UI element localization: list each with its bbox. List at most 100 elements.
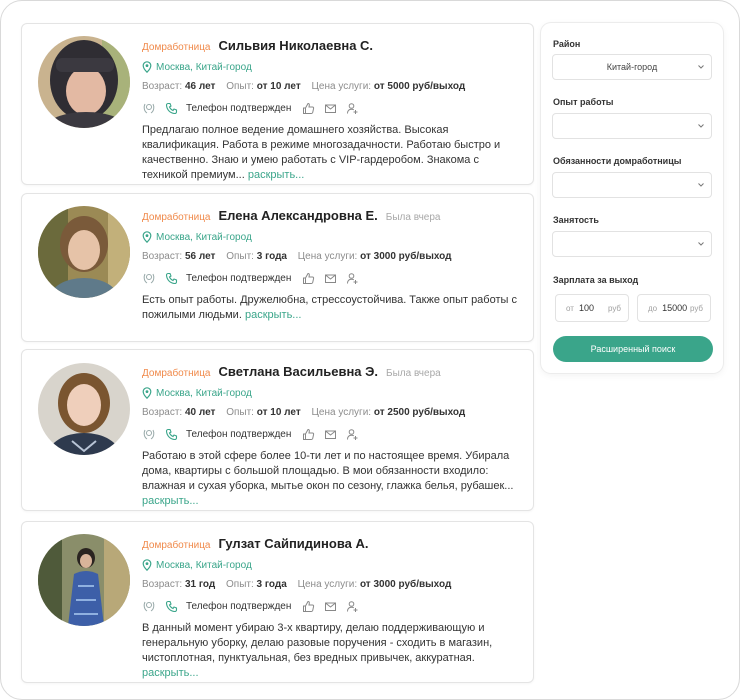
action-row: Телефон подтвержден xyxy=(142,101,523,115)
duties-select[interactable] xyxy=(552,172,712,198)
envelope-icon[interactable] xyxy=(323,599,337,613)
age-label: Возраст: xyxy=(142,81,183,92)
district-label: Район xyxy=(553,39,581,49)
age-value: 46 лет xyxy=(184,81,216,92)
profile-card[interactable]: Домработница Светлана Васильевна Э. Была… xyxy=(21,349,534,511)
envelope-icon[interactable] xyxy=(323,427,337,441)
description: Предлагаю полное ведение домашнего хозяй… xyxy=(142,123,523,183)
location-text: Москва, Китай-город xyxy=(156,559,252,571)
age-label: Возраст: xyxy=(142,251,183,262)
phone-verified: Телефон подтвержден xyxy=(186,600,292,612)
experience-label: Опыт: xyxy=(226,407,254,418)
thumbs-up-icon[interactable] xyxy=(301,599,315,613)
phone-icon xyxy=(164,101,178,115)
candidate-name[interactable]: Светлана Васильевна Э. xyxy=(219,364,379,379)
avatar[interactable] xyxy=(38,206,130,298)
experience-select[interactable] xyxy=(552,113,712,139)
experience-label: Опыт: xyxy=(226,251,254,262)
map-pin-icon xyxy=(142,387,152,399)
chevron-down-icon xyxy=(698,183,704,187)
experience-value: от 10 лет xyxy=(256,81,301,92)
experience-filter-label: Опыт работы xyxy=(553,97,614,107)
location-text: Москва, Китай-город xyxy=(156,231,252,243)
expand-link[interactable]: раскрыть... xyxy=(142,667,199,679)
stats: Возраст: 31 год Опыт: 3 года Цена услуги… xyxy=(142,579,523,590)
map-pin-icon xyxy=(142,61,152,73)
duties-label: Обязанности домработницы xyxy=(553,156,682,166)
price-label: Цена услуги: xyxy=(297,579,358,590)
description: В данный момент убираю 3-х квартиру, дел… xyxy=(142,621,523,681)
candidate-name[interactable]: Гулзат Сайпидинова А. xyxy=(219,536,369,551)
last-seen: Была вчера xyxy=(385,212,441,223)
price-value: от 2500 руб/выход xyxy=(373,407,466,418)
experience-label: Опыт: xyxy=(226,579,254,590)
salary-from-prefix: от xyxy=(566,303,574,313)
candidate-name[interactable]: Сильвия Николаевна С. xyxy=(219,38,374,53)
thumbs-up-icon[interactable] xyxy=(301,427,315,441)
avatar[interactable] xyxy=(38,36,130,128)
description-text: Есть опыт работы. Дружелюбна, стрессоуст… xyxy=(142,294,517,321)
experience-value: 3 года xyxy=(256,251,287,262)
profile-card[interactable]: Домработница Сильвия Николаевна С. Москв… xyxy=(21,23,534,185)
role-label: Домработница xyxy=(142,540,211,551)
location: Москва, Китай-город xyxy=(142,231,523,243)
employment-select[interactable] xyxy=(552,231,712,257)
user-add-icon[interactable] xyxy=(345,271,359,285)
expand-link[interactable]: раскрыть... xyxy=(245,309,302,321)
description: Работаю в этой сфере более 10-ти лет и п… xyxy=(142,449,523,509)
envelope-icon[interactable] xyxy=(323,271,337,285)
thumbs-up-icon[interactable] xyxy=(301,101,315,115)
price-label: Цена услуги: xyxy=(297,251,358,262)
laurel-badge-icon xyxy=(142,427,156,441)
stats: Возраст: 56 лет Опыт: 3 года Цена услуги… xyxy=(142,251,523,262)
expand-link[interactable]: раскрыть... xyxy=(142,495,199,507)
price-label: Цена услуги: xyxy=(311,81,372,92)
description-text: Работаю в этой сфере более 10-ти лет и п… xyxy=(142,450,514,492)
envelope-icon[interactable] xyxy=(323,101,337,115)
salary-to-value: 15000 xyxy=(662,303,688,313)
salary-from-input[interactable]: от 100 руб xyxy=(555,294,629,322)
age-label: Возраст: xyxy=(142,579,183,590)
candidate-name[interactable]: Елена Александровна Е. xyxy=(219,208,378,223)
age-value: 31 год xyxy=(184,579,216,590)
salary-to-prefix: до xyxy=(648,303,658,313)
salary-from-value: 100 xyxy=(578,303,594,313)
advanced-search-button[interactable]: Расширенный поиск xyxy=(553,336,713,362)
user-add-icon[interactable] xyxy=(345,599,359,613)
profile-card[interactable]: Домработница Гулзат Сайпидинова А. Москв… xyxy=(21,521,534,683)
experience-value: 3 года xyxy=(256,579,287,590)
employment-label: Занятость xyxy=(553,215,599,225)
avatar[interactable] xyxy=(38,534,130,626)
laurel-badge-icon xyxy=(142,101,156,115)
age-value: 40 лет xyxy=(184,407,216,418)
last-seen: Была вчера xyxy=(386,368,441,379)
action-row: Телефон подтвержден xyxy=(142,271,523,285)
laurel-badge-icon xyxy=(142,271,156,285)
role-label: Домработница xyxy=(142,42,211,53)
district-select[interactable]: Китай-город xyxy=(552,54,712,80)
experience-value: от 10 лет xyxy=(256,407,301,418)
avatar[interactable] xyxy=(38,363,130,455)
stats: Возраст: 46 лет Опыт: от 10 лет Цена усл… xyxy=(142,81,523,92)
user-add-icon[interactable] xyxy=(345,101,359,115)
user-add-icon[interactable] xyxy=(345,427,359,441)
profile-card[interactable]: Домработница Елена Александровна Е. Была… xyxy=(21,193,534,342)
salary-to-input[interactable]: до 15000 руб xyxy=(637,294,711,322)
phone-verified: Телефон подтвержден xyxy=(186,428,292,440)
location-text: Москва, Китай-город xyxy=(156,387,252,399)
role-label: Домработница xyxy=(142,368,211,379)
thumbs-up-icon[interactable] xyxy=(301,271,315,285)
location: Москва, Китай-город xyxy=(142,559,523,571)
district-value: Китай-город xyxy=(606,62,658,72)
salary-label: Зарплата за выход xyxy=(553,275,639,285)
page-frame: Домработница Сильвия Николаевна С. Москв… xyxy=(0,0,740,700)
phone-icon xyxy=(164,427,178,441)
expand-link[interactable]: раскрыть... xyxy=(248,169,305,181)
description-text: В данный момент убираю 3-х квартиру, дел… xyxy=(142,622,493,664)
price-value: от 5000 руб/выход xyxy=(373,81,466,92)
price-value: от 3000 руб/выход xyxy=(359,579,452,590)
filters-panel: Район Китай-город Опыт работы Обязанност… xyxy=(541,23,723,373)
description-text: Предлагаю полное ведение домашнего хозяй… xyxy=(142,124,501,181)
price-label: Цена услуги: xyxy=(311,407,372,418)
map-pin-icon xyxy=(142,231,152,243)
